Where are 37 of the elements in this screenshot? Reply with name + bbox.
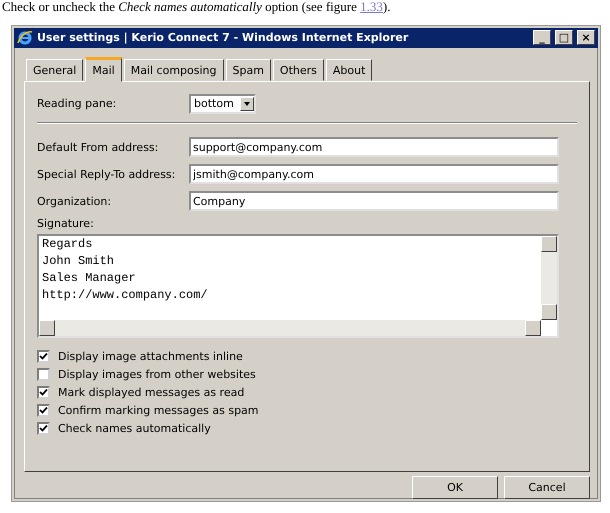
ok-button[interactable]: OK — [412, 476, 498, 499]
field-label: Signature: — [37, 216, 95, 230]
input-field[interactable]: support@company.com — [189, 137, 559, 158]
checkbox-label: Display image attachments inline — [58, 350, 243, 363]
checkbox[interactable] — [37, 422, 50, 435]
tab[interactable]: Others — [272, 58, 324, 81]
vertical-scrollbar[interactable] — [541, 236, 557, 320]
checkbox[interactable] — [37, 350, 50, 363]
checkbox-label: Confirm marking messages as spam — [58, 404, 259, 417]
horizontal-scrollbar[interactable] — [39, 320, 541, 336]
field-label: Organization: — [37, 194, 112, 208]
minimize-button[interactable]: _ — [533, 30, 551, 46]
checkbox[interactable] — [37, 368, 50, 381]
tab[interactable]: Mail — [85, 56, 122, 82]
checkbox-label: Display images from other websites — [58, 368, 256, 381]
checkbox[interactable] — [37, 404, 50, 417]
field-label: Special Reply-To address: — [37, 168, 176, 181]
checkbox-label: Mark displayed messages as read — [58, 386, 244, 399]
figure-link[interactable]: 1.33 — [360, 0, 383, 14]
tab[interactable]: General — [26, 58, 84, 81]
signature-field[interactable]: Regards John Smith Sales Manager http://www.company.com/ — [37, 234, 559, 338]
checkbox-label: Check names automatically — [58, 422, 211, 435]
input-field[interactable]: jsmith@company.com — [189, 164, 559, 184]
tab[interactable]: Spam — [226, 58, 271, 81]
input-field[interactable]: Company — [189, 191, 559, 212]
caption-text: Check or uncheck the Check names automatically option (see figure 1.33). — [2, 0, 390, 14]
browser-logo-icon — [17, 30, 33, 46]
tab[interactable]: Mail composing — [124, 58, 224, 81]
maximize-button[interactable]: □ — [555, 30, 573, 46]
tab[interactable]: About — [326, 58, 372, 81]
window-title: User settings | Kerio Connect 7 - Windows Internet Explorer — [37, 31, 410, 44]
reading-pane-dropdown[interactable]: bottom — [189, 94, 256, 114]
field-label: Reading pane: — [37, 97, 118, 110]
field-label: Default From address: — [37, 140, 160, 154]
close-button[interactable]: × — [577, 30, 595, 46]
checkbox[interactable] — [37, 386, 50, 399]
cancel-button[interactable]: Cancel — [504, 476, 590, 499]
